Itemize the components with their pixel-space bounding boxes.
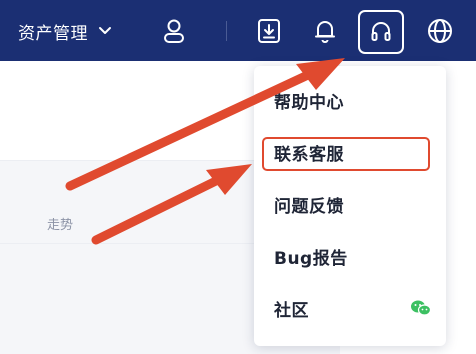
chevron-down-icon: [98, 26, 112, 36]
menu-item-bug-report[interactable]: Bug报告: [274, 241, 348, 271]
app-window: 走势 资产管理 帮助中心 联系客服 问题反馈 Bug报告 社区: [0, 0, 476, 354]
menu-item-feedback[interactable]: 问题反馈: [274, 189, 344, 219]
wechat-icon: [410, 299, 432, 321]
menu-item-help-center[interactable]: 帮助中心: [274, 85, 344, 115]
asset-management-label: 资产管理: [18, 23, 88, 44]
download-icon[interactable]: [250, 12, 288, 50]
contact-support-highlight: [262, 137, 430, 171]
user-icon[interactable]: [155, 12, 193, 50]
asset-management-menu[interactable]: 资产管理: [18, 17, 112, 45]
globe-icon[interactable]: [421, 12, 459, 50]
menu-item-community[interactable]: 社区: [274, 293, 309, 323]
nav-divider: [226, 21, 227, 41]
headset-icon[interactable]: [358, 10, 404, 54]
top-navigation-bar: 资产管理: [0, 0, 476, 61]
trend-label: 走势: [47, 218, 74, 233]
bell-icon[interactable]: [306, 12, 344, 50]
